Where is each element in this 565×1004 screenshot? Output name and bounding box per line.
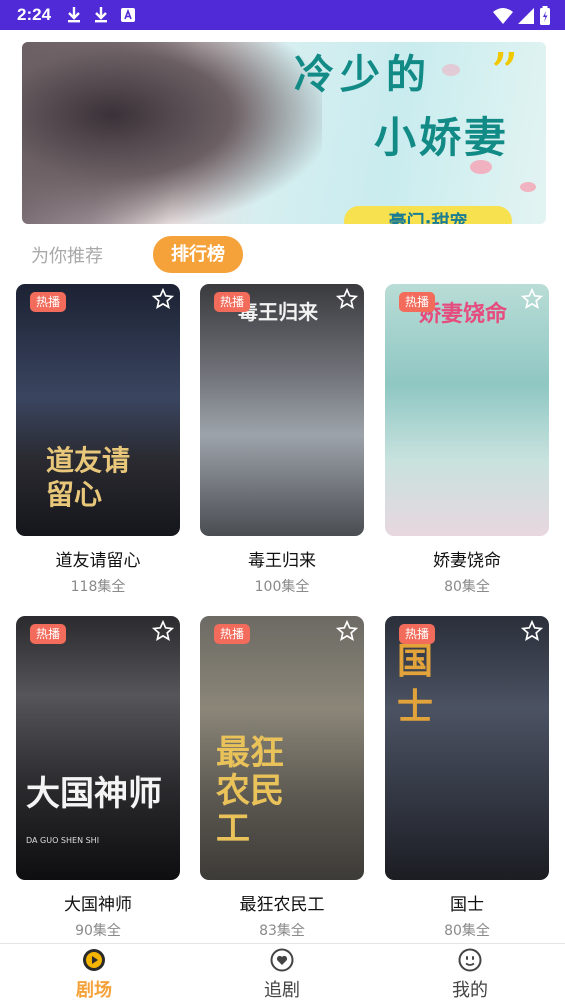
heart-icon <box>270 948 294 972</box>
hot-badge: 热播 <box>214 292 250 312</box>
poster-art-text: 道友请留心 <box>46 444 131 511</box>
episode-count: 80集全 <box>444 579 490 595</box>
hot-badge: 热播 <box>399 624 435 644</box>
banner-title-line2: 小娇妻 <box>374 113 510 162</box>
status-notification-icons <box>66 6 136 24</box>
banner-quote-mark: ” <box>490 42 519 107</box>
drama-card[interactable]: 娇妻饶命 热播 娇妻饶命 80集全 <box>385 284 549 596</box>
tab-ranking[interactable]: 排行榜 <box>153 236 243 273</box>
smiley-icon <box>458 948 482 972</box>
download-icon <box>68 7 80 23</box>
star-icon[interactable] <box>521 288 543 310</box>
drama-card[interactable]: 大国神师 DA GUO SHEN SHI 热播 大国神师 90集全 <box>16 616 180 940</box>
poster-art-subtitle: DA GUO SHEN SHI <box>26 836 100 845</box>
petal-decoration <box>442 64 460 76</box>
episode-count: 83集全 <box>259 923 305 939</box>
drama-poster: 最狂农民工 热播 <box>200 616 364 880</box>
drama-title: 最狂农民工 <box>239 895 325 915</box>
drama-poster: 娇妻饶命 热播 <box>385 284 549 536</box>
drama-title: 道友请留心 <box>55 551 141 571</box>
episode-count: 100集全 <box>254 579 310 595</box>
hot-badge: 热播 <box>399 292 435 312</box>
battery-charging-icon <box>540 6 550 25</box>
episode-count: 118集全 <box>70 579 126 595</box>
poster-art-text: 毒王归来 <box>238 300 318 324</box>
download-icon <box>95 7 107 23</box>
drama-poster: 大国神师 DA GUO SHEN SHI 热播 <box>16 616 180 880</box>
hot-badge: 热播 <box>214 624 250 644</box>
nav-item-theater[interactable]: 剧场 <box>0 944 188 1004</box>
drama-poster: 道友请留心 热播 <box>16 284 180 536</box>
nav-item-following[interactable]: 追剧 <box>188 944 376 1004</box>
status-bar: 2:24 <box>0 0 565 30</box>
banner-couple-image <box>22 42 322 224</box>
episode-count: 80集全 <box>444 923 490 939</box>
petal-decoration <box>520 182 536 192</box>
nav-item-profile[interactable]: 我的 <box>376 944 564 1004</box>
drama-title: 大国神师 <box>64 895 132 915</box>
drama-title: 毒王归来 <box>248 551 316 571</box>
banner-title-line1: 冷少的 <box>294 51 432 98</box>
drama-card[interactable]: 道友请留心 热播 道友请留心 118集全 <box>16 284 180 596</box>
poster-art-text: 最狂农民工 <box>216 733 284 849</box>
drama-card[interactable]: 毒王归来 热播 毒王归来 100集全 <box>200 284 364 596</box>
drama-title: 娇妻饶命 <box>433 551 501 571</box>
nav-label: 我的 <box>452 980 488 1001</box>
bottom-nav: 剧场 追剧 我的 <box>0 943 565 1004</box>
status-time: 2:24 <box>17 5 52 24</box>
poster-art-text: 国士 <box>397 640 434 728</box>
petal-decoration <box>470 160 492 174</box>
drama-title: 国士 <box>450 895 484 915</box>
theater-icon <box>83 949 105 971</box>
signal-icon <box>518 8 534 24</box>
episode-count: 90集全 <box>75 923 121 939</box>
star-icon[interactable] <box>521 620 543 642</box>
drama-poster: 国士 热播 <box>385 616 549 880</box>
banner-genre-tag: 豪门·甜宠 <box>344 206 512 224</box>
star-icon[interactable] <box>152 288 174 310</box>
star-icon[interactable] <box>336 620 358 642</box>
poster-art-text: 大国神师 <box>26 774 162 814</box>
drama-card[interactable]: 国士 热播 国士 80集全 <box>385 616 549 940</box>
drama-poster: 毒王归来 热播 <box>200 284 364 536</box>
nav-label: 剧场 <box>76 980 112 1001</box>
content-tabs: 为你推荐 排行榜 <box>16 236 556 274</box>
app-notification-icon <box>121 8 135 22</box>
status-system-icons <box>493 6 551 26</box>
drama-card[interactable]: 最狂农民工 热播 最狂农民工 83集全 <box>200 616 364 940</box>
star-icon[interactable] <box>152 620 174 642</box>
hot-badge: 热播 <box>30 292 66 312</box>
nav-label: 追剧 <box>264 980 300 1001</box>
featured-banner[interactable]: 冷少的 ” 小娇妻 豪门·甜宠 <box>22 42 546 224</box>
wifi-icon <box>493 8 513 24</box>
star-icon[interactable] <box>336 288 358 310</box>
hot-badge: 热播 <box>30 624 66 644</box>
tab-recommend[interactable]: 为你推荐 <box>31 242 103 268</box>
